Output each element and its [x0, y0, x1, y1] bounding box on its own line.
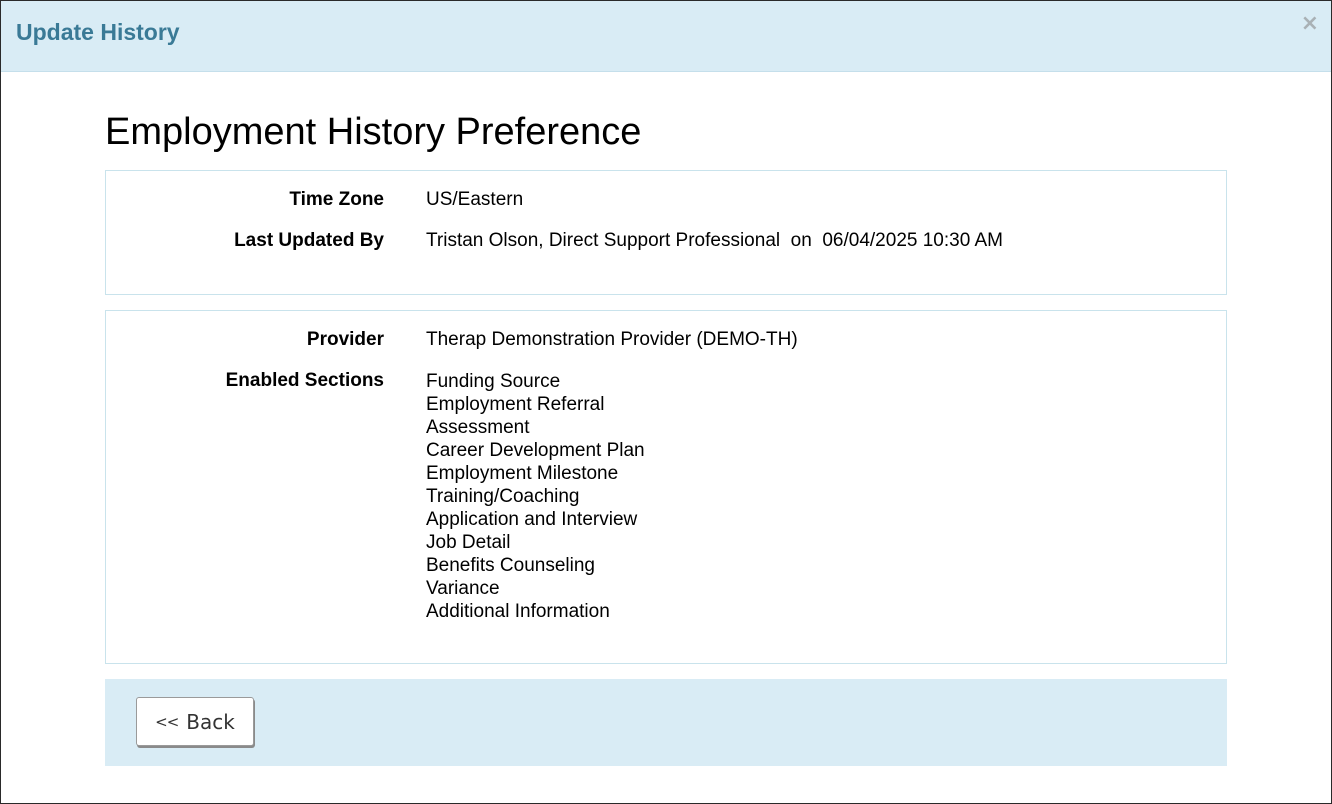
- list-item: Employment Milestone: [426, 463, 619, 484]
- list-item: Additional Information: [426, 601, 610, 622]
- list-item: Job Detail: [426, 532, 511, 553]
- update-history-modal: Update History × Employment History Pref…: [0, 0, 1332, 804]
- back-button-label: Back: [186, 709, 235, 734]
- modal-title: Update History: [16, 19, 180, 45]
- last-updated-value: Tristan Olson, Direct Support Profession…: [426, 230, 1004, 251]
- back-button[interactable]: << Back: [136, 697, 254, 746]
- provider-value: Therap Demonstration Provider (DEMO-TH): [426, 329, 798, 350]
- list-item: Career Development Plan: [426, 440, 645, 461]
- list-item: Assessment: [426, 417, 530, 438]
- enabled-sections-list: Funding Source Employment Referral Asses…: [426, 370, 645, 623]
- list-item: Benefits Counseling: [426, 555, 595, 576]
- list-item: Employment Referral: [426, 394, 605, 415]
- time-zone-value: US/Eastern: [426, 189, 524, 210]
- footer-bar: << Back: [105, 679, 1227, 766]
- close-icon[interactable]: ×: [1301, 13, 1319, 35]
- page-title: Employment History Preference: [105, 111, 642, 153]
- modal-header: Update History ×: [1, 1, 1331, 72]
- time-zone-label: Time Zone: [289, 189, 384, 210]
- list-item: Application and Interview: [426, 509, 638, 530]
- details-panel: Provider Therap Demonstration Provider (…: [105, 310, 1227, 664]
- meta-panel: Time Zone US/Eastern Last Updated By Tri…: [105, 170, 1227, 295]
- back-chevron-icon: <<: [155, 712, 179, 731]
- list-item: Training/Coaching: [426, 486, 580, 507]
- enabled-sections-label: Enabled Sections: [225, 370, 384, 391]
- last-updated-label: Last Updated By: [234, 230, 384, 251]
- list-item: Funding Source: [426, 371, 561, 392]
- provider-label: Provider: [306, 329, 384, 350]
- list-item: Variance: [426, 578, 500, 599]
